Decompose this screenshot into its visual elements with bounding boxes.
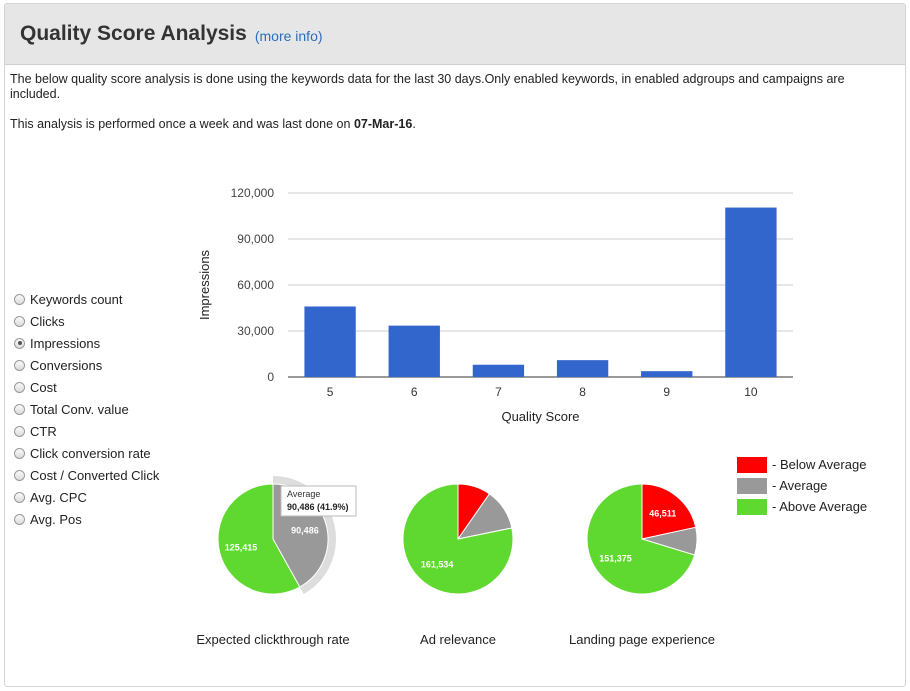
y-tick-label: 90,000 bbox=[237, 232, 274, 246]
legend-swatch bbox=[737, 456, 767, 473]
pie-title: Expected clickthrough rate bbox=[196, 632, 349, 647]
bar-qs-9 bbox=[641, 371, 693, 377]
pie-slice-value: 46,511 bbox=[649, 508, 676, 518]
y-tick-label: 60,000 bbox=[237, 278, 274, 292]
pie-title: Landing page experience bbox=[569, 632, 715, 647]
x-tick-label: 10 bbox=[744, 385, 758, 399]
bar-qs-10 bbox=[725, 207, 777, 377]
bar-qs-8 bbox=[556, 360, 609, 377]
pie-slice-value: 161,534 bbox=[421, 560, 454, 570]
y-tick-label: 0 bbox=[267, 370, 274, 384]
legend-item-above-average: - Above Average bbox=[737, 496, 867, 517]
pie-landing-page-experience: 46,511 151,375 Landing page experience bbox=[569, 483, 715, 647]
x-tick-label: 8 bbox=[579, 385, 586, 399]
legend-label: - Average bbox=[772, 478, 828, 493]
pie-slice-value: 90,486 bbox=[291, 526, 319, 536]
pie-slice-value: 125,415 bbox=[225, 542, 258, 552]
legend-label: - Above Average bbox=[772, 499, 868, 514]
bar-qs-5 bbox=[304, 306, 356, 377]
legend-label: - Below Average bbox=[772, 457, 867, 472]
x-tick-label: 7 bbox=[495, 385, 502, 399]
legend-swatch bbox=[737, 498, 767, 515]
bar-qs-7 bbox=[472, 364, 525, 377]
x-tick-label: 6 bbox=[411, 385, 418, 399]
pie-ad-relevance: 161,534 Ad relevance bbox=[402, 483, 514, 647]
pie-legend: - Below Average - Average - Above Average bbox=[737, 454, 867, 517]
tooltip-title: Average bbox=[287, 489, 320, 499]
x-tick-label: 9 bbox=[663, 385, 670, 399]
tooltip-value: 90,486 (41.9%) bbox=[287, 502, 349, 512]
bar-qs-6 bbox=[388, 325, 440, 377]
pie-slice-value: 151,375 bbox=[599, 554, 632, 564]
pie-title: Ad relevance bbox=[420, 632, 496, 647]
bar-chart: 0 30,000 60,000 90,000 120,000 5 6 7 8 9 10 Quality… bbox=[197, 186, 793, 424]
y-tick-label: 120,000 bbox=[231, 186, 275, 200]
legend-swatch bbox=[737, 477, 767, 494]
pie-expected-clickthrough-rate: 90,486 125,415 Expected clickthrough rate A… bbox=[196, 476, 357, 647]
legend-item-average: - Average bbox=[737, 475, 867, 496]
pie-tooltip: Average 90,486 (41.9%) bbox=[280, 485, 357, 517]
legend-item-below-average: - Below Average bbox=[737, 454, 867, 475]
y-tick-label: 30,000 bbox=[237, 324, 274, 338]
x-axis-title: Quality Score bbox=[501, 409, 579, 424]
x-tick-label: 5 bbox=[327, 385, 334, 399]
y-axis-title: Impressions bbox=[197, 249, 212, 320]
